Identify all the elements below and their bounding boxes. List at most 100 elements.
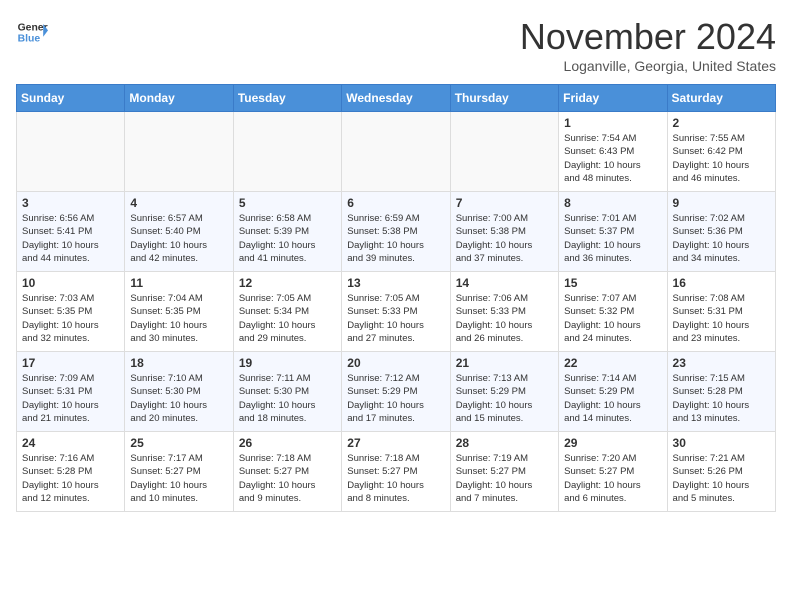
calendar-cell: 3Sunrise: 6:56 AM Sunset: 5:41 PM Daylig…	[17, 192, 125, 272]
day-info: Sunrise: 7:04 AM Sunset: 5:35 PM Dayligh…	[130, 292, 227, 345]
day-number: 25	[130, 436, 227, 450]
calendar-cell: 13Sunrise: 7:05 AM Sunset: 5:33 PM Dayli…	[342, 272, 450, 352]
day-number: 1	[564, 116, 661, 130]
calendar-cell: 23 Sunrise: 7:15 AM Sunset: 5:28 PM Dayli…	[667, 352, 775, 432]
calendar-cell: 29Sunrise: 7:20 AM Sunset: 5:27 PM Dayli…	[559, 432, 667, 512]
day-info: Sunrise: 7:06 AM Sunset: 5:33 PM Dayligh…	[456, 292, 553, 345]
calendar-cell: 30Sunrise: 7:21 AM Sunset: 5:26 PM Dayli…	[667, 432, 775, 512]
calendar-cell	[17, 112, 125, 192]
day-number: 14	[456, 276, 553, 290]
day-number: 6	[347, 196, 444, 210]
calendar-cell: 11 Sunrise: 7:04 AM Sunset: 5:35 PM Dayli…	[125, 272, 233, 352]
title-block: November 2024 Loganville, Georgia, Unite…	[520, 16, 776, 74]
calendar-cell: 12Sunrise: 7:05 AM Sunset: 5:34 PM Dayli…	[233, 272, 341, 352]
day-number: 11	[130, 276, 227, 290]
weekday-header-wednesday: Wednesday	[342, 85, 450, 112]
calendar-cell	[450, 112, 558, 192]
calendar-table: SundayMondayTuesdayWednesdayThursdayFrid…	[16, 84, 776, 512]
week-row-3: 17 Sunrise: 7:09 AM Sunset: 5:31 PM Dayli…	[17, 352, 776, 432]
day-info: Sunrise: 7:19 AM Sunset: 5:27 PM Dayligh…	[456, 452, 553, 505]
day-number: 10	[22, 276, 119, 290]
day-info: Sunrise: 6:57 AM Sunset: 5:40 PM Dayligh…	[130, 212, 227, 265]
calendar-cell: 25 Sunrise: 7:17 AM Sunset: 5:27 PM Dayli…	[125, 432, 233, 512]
day-info: Sunrise: 7:12 AM Sunset: 5:29 PM Dayligh…	[347, 372, 444, 425]
day-number: 23	[673, 356, 770, 370]
day-number: 5	[239, 196, 336, 210]
calendar-cell: 16 Sunrise: 7:08 AM Sunset: 5:31 PM Dayli…	[667, 272, 775, 352]
week-row-2: 10 Sunrise: 7:03 AM Sunset: 5:35 PM Dayli…	[17, 272, 776, 352]
calendar-cell: 8Sunrise: 7:01 AM Sunset: 5:37 PM Daylig…	[559, 192, 667, 272]
calendar-cell	[233, 112, 341, 192]
calendar-cell: 2 Sunrise: 7:55 AM Sunset: 6:42 PM Daylig…	[667, 112, 775, 192]
week-row-0: 1 Sunrise: 7:54 AM Sunset: 6:43 PM Daylig…	[17, 112, 776, 192]
day-info: Sunrise: 7:13 AM Sunset: 5:29 PM Dayligh…	[456, 372, 553, 425]
calendar-cell: 18Sunrise: 7:10 AM Sunset: 5:30 PM Dayli…	[125, 352, 233, 432]
week-row-4: 24Sunrise: 7:16 AM Sunset: 5:28 PM Dayli…	[17, 432, 776, 512]
calendar-cell: 20 Sunrise: 7:12 AM Sunset: 5:29 PM Dayli…	[342, 352, 450, 432]
page-header: General Blue November 2024 Loganville, G…	[16, 16, 776, 74]
day-info: Sunrise: 7:02 AM Sunset: 5:36 PM Dayligh…	[673, 212, 770, 265]
day-number: 17	[22, 356, 119, 370]
logo-icon: General Blue	[16, 16, 48, 48]
day-number: 30	[673, 436, 770, 450]
day-number: 7	[456, 196, 553, 210]
day-info: Sunrise: 7:18 AM Sunset: 5:27 PM Dayligh…	[347, 452, 444, 505]
day-number: 21	[456, 356, 553, 370]
day-info: Sunrise: 6:58 AM Sunset: 5:39 PM Dayligh…	[239, 212, 336, 265]
day-info: Sunrise: 6:56 AM Sunset: 5:41 PM Dayligh…	[22, 212, 119, 265]
calendar-cell: 15 Sunrise: 7:07 AM Sunset: 5:32 PM Dayli…	[559, 272, 667, 352]
weekday-header-friday: Friday	[559, 85, 667, 112]
day-info: Sunrise: 7:00 AM Sunset: 5:38 PM Dayligh…	[456, 212, 553, 265]
weekday-header-row: SundayMondayTuesdayWednesdayThursdayFrid…	[17, 85, 776, 112]
calendar-cell: 27 Sunrise: 7:18 AM Sunset: 5:27 PM Dayli…	[342, 432, 450, 512]
calendar-cell: 21 Sunrise: 7:13 AM Sunset: 5:29 PM Dayli…	[450, 352, 558, 432]
weekday-header-tuesday: Tuesday	[233, 85, 341, 112]
day-number: 22	[564, 356, 661, 370]
day-info: Sunrise: 7:20 AM Sunset: 5:27 PM Dayligh…	[564, 452, 661, 505]
calendar-cell: 4 Sunrise: 6:57 AM Sunset: 5:40 PM Daylig…	[125, 192, 233, 272]
calendar-cell: 22 Sunrise: 7:14 AM Sunset: 5:29 PM Dayli…	[559, 352, 667, 432]
day-info: Sunrise: 7:55 AM Sunset: 6:42 PM Dayligh…	[673, 132, 770, 185]
calendar-cell: 10 Sunrise: 7:03 AM Sunset: 5:35 PM Dayli…	[17, 272, 125, 352]
day-number: 26	[239, 436, 336, 450]
day-info: Sunrise: 7:10 AM Sunset: 5:30 PM Dayligh…	[130, 372, 227, 425]
day-number: 4	[130, 196, 227, 210]
calendar-cell	[342, 112, 450, 192]
calendar-cell: 24Sunrise: 7:16 AM Sunset: 5:28 PM Dayli…	[17, 432, 125, 512]
day-info: Sunrise: 7:15 AM Sunset: 5:28 PM Dayligh…	[673, 372, 770, 425]
day-number: 9	[673, 196, 770, 210]
day-number: 19	[239, 356, 336, 370]
day-info: Sunrise: 7:17 AM Sunset: 5:27 PM Dayligh…	[130, 452, 227, 505]
calendar-cell: 14 Sunrise: 7:06 AM Sunset: 5:33 PM Dayli…	[450, 272, 558, 352]
day-info: Sunrise: 7:05 AM Sunset: 5:33 PM Dayligh…	[347, 292, 444, 345]
svg-text:Blue: Blue	[18, 34, 41, 45]
weekday-header-sunday: Sunday	[17, 85, 125, 112]
day-info: Sunrise: 7:09 AM Sunset: 5:31 PM Dayligh…	[22, 372, 119, 425]
location: Loganville, Georgia, United States	[520, 58, 776, 74]
calendar-cell: 19 Sunrise: 7:11 AM Sunset: 5:30 PM Dayli…	[233, 352, 341, 432]
week-row-1: 3Sunrise: 6:56 AM Sunset: 5:41 PM Daylig…	[17, 192, 776, 272]
calendar-cell: 6 Sunrise: 6:59 AM Sunset: 5:38 PM Daylig…	[342, 192, 450, 272]
day-info: Sunrise: 7:05 AM Sunset: 5:34 PM Dayligh…	[239, 292, 336, 345]
calendar-cell: 17 Sunrise: 7:09 AM Sunset: 5:31 PM Dayli…	[17, 352, 125, 432]
day-number: 20	[347, 356, 444, 370]
day-info: Sunrise: 7:07 AM Sunset: 5:32 PM Dayligh…	[564, 292, 661, 345]
day-info: Sunrise: 7:11 AM Sunset: 5:30 PM Dayligh…	[239, 372, 336, 425]
day-info: Sunrise: 7:03 AM Sunset: 5:35 PM Dayligh…	[22, 292, 119, 345]
day-number: 27	[347, 436, 444, 450]
calendar-cell: 1 Sunrise: 7:54 AM Sunset: 6:43 PM Daylig…	[559, 112, 667, 192]
month-title: November 2024	[520, 16, 776, 58]
day-info: Sunrise: 7:14 AM Sunset: 5:29 PM Dayligh…	[564, 372, 661, 425]
day-number: 24	[22, 436, 119, 450]
day-info: Sunrise: 7:08 AM Sunset: 5:31 PM Dayligh…	[673, 292, 770, 345]
day-info: Sunrise: 7:54 AM Sunset: 6:43 PM Dayligh…	[564, 132, 661, 185]
day-number: 16	[673, 276, 770, 290]
day-info: Sunrise: 6:59 AM Sunset: 5:38 PM Dayligh…	[347, 212, 444, 265]
calendar-cell: 5 Sunrise: 6:58 AM Sunset: 5:39 PM Daylig…	[233, 192, 341, 272]
day-number: 15	[564, 276, 661, 290]
calendar-cell: 26Sunrise: 7:18 AM Sunset: 5:27 PM Dayli…	[233, 432, 341, 512]
weekday-header-thursday: Thursday	[450, 85, 558, 112]
day-number: 2	[673, 116, 770, 130]
calendar-cell: 7 Sunrise: 7:00 AM Sunset: 5:38 PM Daylig…	[450, 192, 558, 272]
weekday-header-saturday: Saturday	[667, 85, 775, 112]
